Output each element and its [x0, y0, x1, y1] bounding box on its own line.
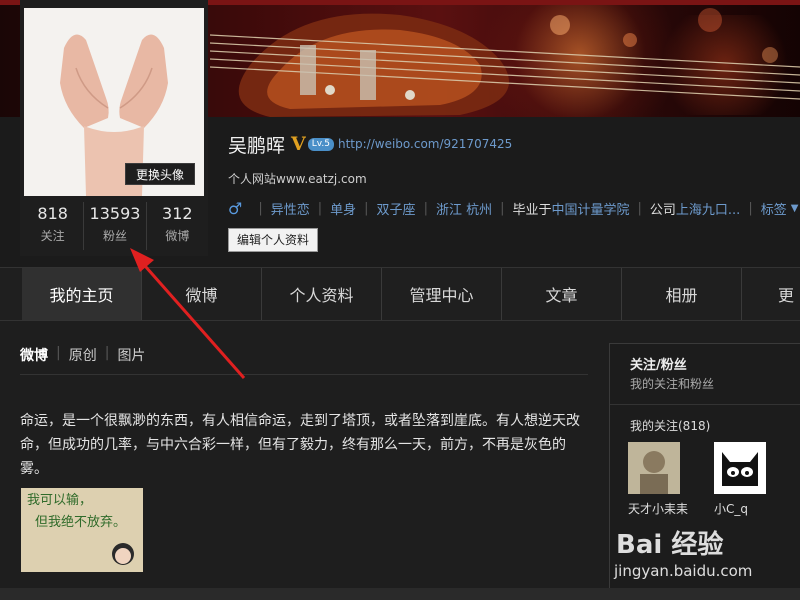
tag-menu[interactable]: 标签	[761, 199, 787, 218]
guitar-cover-image	[210, 8, 800, 117]
feed-subtabs: 微博 | 原创 | 图片	[20, 345, 146, 365]
subtab-weibo[interactable]: 微博	[20, 345, 48, 365]
main-content: 微博 | 原创 | 图片 命运，是一个很飘渺的东西，有人相信命运，走到了塔顶，或…	[0, 321, 800, 600]
stat-fans-label: 粉丝	[102, 229, 127, 243]
following-name[interactable]: 小C_q	[714, 500, 800, 517]
main-nav: 我的主页 微博 个人资料 管理中心 文章 相册 更	[0, 267, 800, 321]
panel-title[interactable]: 关注/粉丝	[610, 344, 800, 373]
following-item[interactable]: 小C_q	[714, 442, 800, 517]
post-image-line-2: 但我绝不放弃。	[35, 514, 126, 530]
tag-school-prefix: 毕业于	[512, 202, 552, 218]
tag-school[interactable]: 中国计量学院	[552, 199, 630, 218]
stats-row: 818 关注 13593 粉丝 312 微博	[22, 202, 208, 250]
tab-admin[interactable]: 管理中心	[382, 268, 502, 320]
stat-weibo-count: 312	[162, 204, 193, 223]
avatar[interactable]	[714, 442, 766, 494]
avatar[interactable]: 更换头像	[24, 8, 204, 196]
panel-subtitle: 我的关注和粉丝	[630, 377, 715, 391]
verified-v-icon[interactable]: V	[291, 133, 306, 155]
subtab-original[interactable]: 原创	[69, 345, 97, 365]
tab-weibo[interactable]: 微博	[142, 268, 262, 320]
profile-info: 吴鹏晖 V Lv.5 http://weibo.com/921707425 个人…	[228, 130, 800, 252]
level-badge[interactable]: Lv.5	[307, 137, 334, 151]
post-image-art: 我可以输， 但我绝不放弃。	[21, 488, 143, 572]
following-item[interactable]: 天才小耒耒	[628, 442, 714, 517]
following-label[interactable]: 我的关注(818)	[610, 405, 800, 434]
profile-name[interactable]: 吴鹏晖	[228, 131, 285, 158]
tag-company-prefix: 公司	[649, 202, 676, 218]
tab-articles[interactable]: 文章	[502, 268, 622, 320]
change-avatar-button[interactable]: 更换头像	[125, 163, 195, 185]
tab-profile[interactable]: 个人资料	[262, 268, 382, 320]
stat-following-label: 关注	[40, 229, 65, 243]
follow-fans-panel: 关注/粉丝 我的关注和粉丝 我的关注(818) 天才小耒耒 小C_q	[609, 343, 800, 600]
post-text: 命运，是一个很飘渺的东西，有人相信命运，走到了塔顶，或者坠落到崖底。有人想逆天改…	[20, 413, 580, 477]
stat-following-count: 818	[37, 204, 68, 223]
tag-orientation[interactable]: 异性恋	[271, 199, 310, 218]
stat-weibo-label: 微博	[165, 229, 190, 243]
tag-zodiac[interactable]: 双子座	[377, 199, 416, 218]
caret-down-icon[interactable]: ▼	[791, 203, 799, 214]
tab-more[interactable]: 更	[742, 268, 800, 320]
avatar[interactable]	[628, 442, 680, 494]
tab-albums[interactable]: 相册	[622, 268, 742, 320]
male-gender-icon: ♂	[228, 198, 243, 218]
stat-fans[interactable]: 13593 粉丝	[84, 202, 147, 250]
edit-profile-button[interactable]: 编辑个人资料	[228, 228, 319, 252]
subtab-pictures[interactable]: 图片	[117, 345, 145, 365]
stat-following[interactable]: 818 关注	[22, 202, 85, 250]
following-name[interactable]: 天才小耒耒	[628, 500, 714, 517]
stat-fans-count: 13593	[89, 204, 141, 223]
tag-company[interactable]: 上海九口...	[676, 199, 740, 218]
profile-tags: ♂ | 异性恋 | 单身 | 双子座 | 浙江 杭州 | 毕业于 中国计量学院 |…	[228, 198, 799, 218]
post-image-line-1: 我可以输，	[27, 492, 92, 508]
tab-home[interactable]: 我的主页	[22, 268, 142, 320]
personal-site[interactable]: 个人网站www.eatzj.com	[228, 170, 800, 186]
tag-location[interactable]: 浙江 杭州	[436, 199, 492, 218]
bottom-bar	[0, 588, 800, 600]
tag-relationship[interactable]: 单身	[330, 199, 356, 218]
stat-weibo[interactable]: 312 微博	[147, 202, 208, 250]
post-image[interactable]: 我可以输， 但我绝不放弃。	[21, 488, 143, 572]
divider	[20, 374, 588, 375]
profile-url-link[interactable]: http://weibo.com/921707425	[338, 137, 512, 151]
following-list: 天才小耒耒 小C_q	[628, 442, 800, 517]
